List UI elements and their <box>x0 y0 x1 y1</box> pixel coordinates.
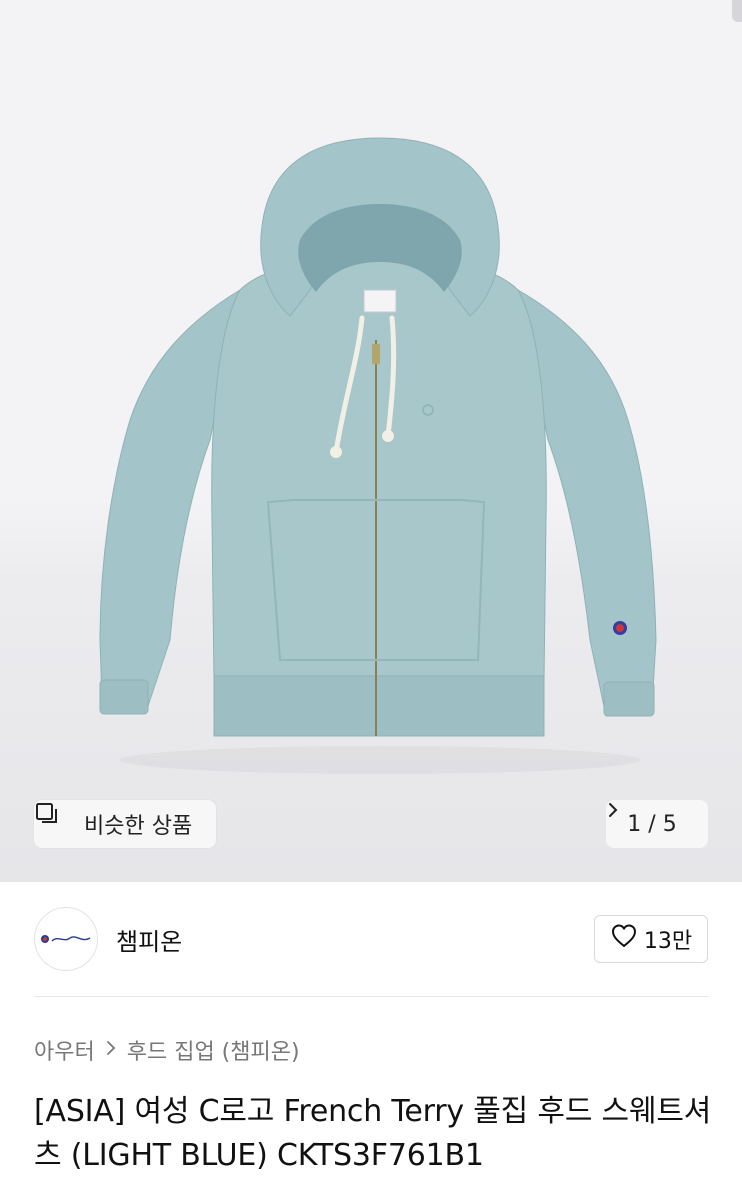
image-pager-button[interactable]: 1 / 5 <box>606 800 708 848</box>
brand-row: 챔피온 13만 <box>34 906 708 972</box>
divider <box>34 996 708 997</box>
champion-logo-icon <box>41 935 91 943</box>
like-count: 13만 <box>643 929 693 954</box>
brand-name[interactable]: 챔피온 <box>116 922 182 957</box>
breadcrumb-category[interactable]: 아우터 <box>34 1034 95 1066</box>
chevron-right-icon <box>105 1038 117 1062</box>
similar-items-label: 비슷한 상품 <box>84 814 193 839</box>
breadcrumb: 아우터 후드 집업 (챔피온) <box>34 1034 300 1066</box>
similar-items-button[interactable]: 비슷한 상품 <box>34 800 216 848</box>
page-indicator: 1 / 5 <box>627 811 677 837</box>
heart-icon <box>610 923 638 955</box>
brand-logo[interactable] <box>34 907 98 971</box>
product-image <box>99 137 657 774</box>
product-title: [ASIA] 여성 C로고 French Terry 풀집 후드 스웨트셔츠 (… <box>34 1094 712 1173</box>
breadcrumb-subcategory[interactable]: 후드 집업 (챔피온) <box>127 1034 300 1066</box>
product-image-gallery[interactable]: 비슷한 상품 1 / 5 <box>0 0 742 882</box>
like-button[interactable]: 13만 <box>594 915 708 963</box>
scroll-indicator <box>732 0 742 22</box>
similar-items-icon <box>36 803 76 837</box>
